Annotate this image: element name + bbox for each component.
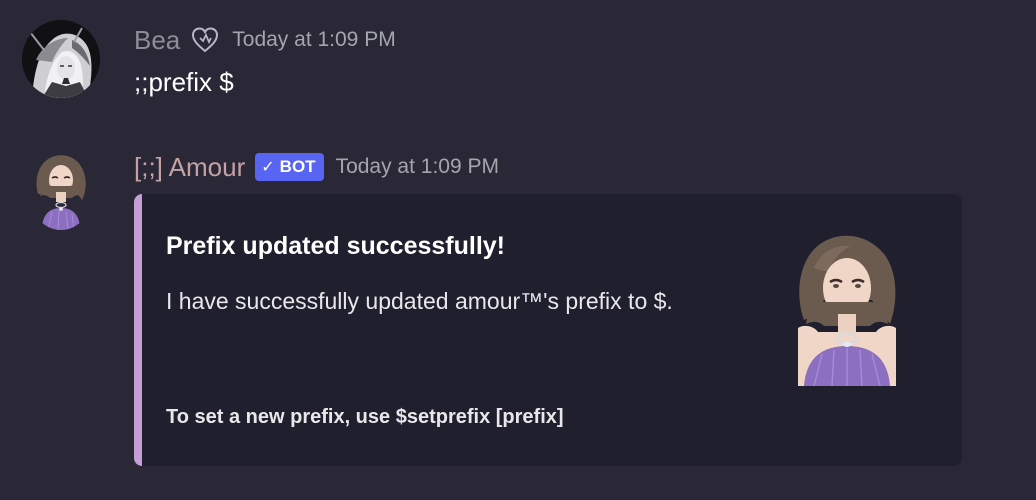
- timestamp: Today at 1:09 PM: [335, 155, 499, 178]
- embed: Prefix updated successfully! I have succ…: [134, 194, 962, 466]
- bot-tag: ✓ BOT: [255, 153, 324, 181]
- embed-thumbnail[interactable]: [784, 228, 910, 387]
- username[interactable]: Bea: [134, 24, 180, 56]
- embed-footer: To set a new prefix, use $setprefix [pre…: [166, 406, 564, 428]
- message-header: [;;] Amour ✓ BOT Today at 1:09 PM: [134, 148, 499, 186]
- embed-thumbnail-image: [784, 228, 910, 387]
- checkmark-icon: ✓: [261, 159, 275, 176]
- message-content: ;;prefix $: [134, 67, 234, 97]
- timestamp: Today at 1:09 PM: [232, 28, 396, 51]
- avatar-bea[interactable]: [22, 20, 100, 98]
- bot-tag-label: BOT: [279, 157, 316, 176]
- heart-outline-icon: [190, 26, 220, 54]
- avatar-bea-image: [22, 20, 100, 98]
- username[interactable]: [;;] Amour: [134, 151, 245, 183]
- avatar-amour[interactable]: [28, 150, 94, 230]
- message-bea: Bea Today at 1:09 PM ;;prefix $: [0, 0, 1036, 120]
- embed-accent-bar: [134, 194, 142, 466]
- message-header: Bea Today at 1:09 PM: [134, 22, 396, 58]
- embed-description: I have successfully updated amour™'s pre…: [166, 288, 673, 314]
- embed-title: Prefix updated successfully!: [166, 232, 506, 260]
- chat-area: Bea Today at 1:09 PM ;;prefix $ [;;] Amo…: [0, 0, 1036, 500]
- avatar-amour-image: [28, 150, 94, 230]
